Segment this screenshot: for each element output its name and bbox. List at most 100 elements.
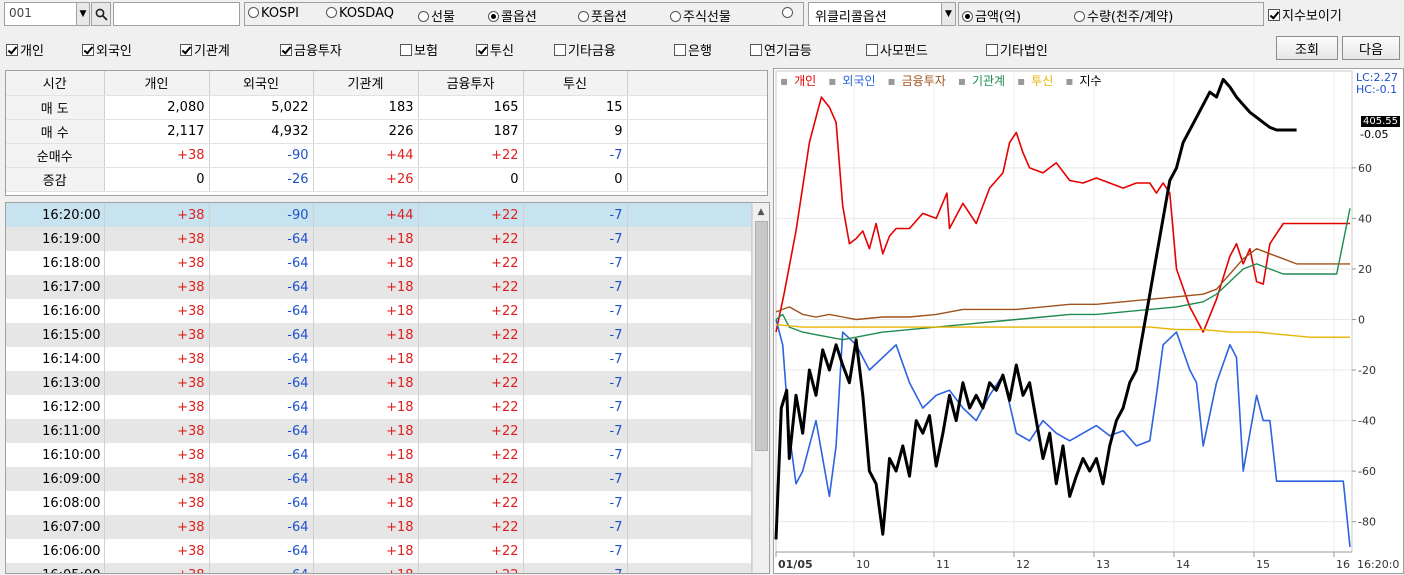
radio-label: KOSDAQ bbox=[339, 6, 394, 21]
summary-cell: +22 bbox=[418, 143, 524, 168]
table-row[interactable]: 16:08:00 +38 -64 +18 +22 -7 bbox=[6, 491, 752, 515]
code-dropdown-button[interactable]: ▼ bbox=[76, 2, 90, 26]
market-radio-call-option[interactable]: 콜옵션 bbox=[488, 6, 537, 25]
value-cell: -64 bbox=[209, 563, 314, 573]
value-cell: +18 bbox=[313, 395, 419, 419]
summary-header-row: 시간 개인 외국인 기관계 금융투자 투신 bbox=[6, 71, 767, 96]
table-row[interactable]: 16:17:00 +38 -64 +18 +22 -7 bbox=[6, 275, 752, 299]
market-radio-put-option[interactable]: 풋옵션 bbox=[578, 6, 627, 25]
unit-radio-amount[interactable]: 금액(억) bbox=[962, 6, 1021, 25]
table-row[interactable]: 16:06:00 +38 -64 +18 +22 -7 bbox=[6, 539, 752, 563]
table-row[interactable]: 16:18:00 +38 -64 +18 +22 -7 bbox=[6, 251, 752, 275]
market-radio-kosdaq[interactable]: KOSDAQ bbox=[326, 6, 394, 21]
table-row[interactable]: 16:20:00 +38 -90 +44 +22 -7 bbox=[6, 203, 752, 227]
row-label: 순매수 bbox=[6, 143, 105, 168]
filter-checkbox-foreigner[interactable]: 외국인 bbox=[82, 40, 132, 59]
filter-checkbox-financial-investment[interactable]: 금융투자 bbox=[280, 40, 342, 59]
next-button[interactable]: 다음 bbox=[1342, 36, 1400, 60]
list-scrollbar[interactable]: ▲ bbox=[752, 203, 769, 573]
filter-checkbox-other-finance[interactable]: 기타금융 bbox=[554, 40, 616, 59]
filter-checkbox-other-corp[interactable]: 기타법인 bbox=[986, 40, 1048, 59]
summary-cell: +38 bbox=[104, 143, 210, 168]
value-cell: +18 bbox=[313, 251, 419, 275]
market-radio-futures[interactable]: 선물 bbox=[418, 6, 455, 25]
checkbox-icon bbox=[400, 44, 412, 56]
radio-icon bbox=[326, 7, 337, 18]
filter-checkbox-individual[interactable]: 개인 bbox=[6, 40, 44, 59]
time-cell: 16:20:00 bbox=[6, 203, 105, 227]
filter-checkbox-bank[interactable]: 은행 bbox=[674, 40, 712, 59]
radio-label: 콜옵션 bbox=[501, 10, 537, 25]
row-label: 매 도 bbox=[6, 95, 105, 120]
time-series-list[interactable]: 16:20:00 +38 -90 +44 +22 -7 16:19:00 +38 -64 +18 +… bbox=[5, 202, 770, 574]
column-header: 시간 bbox=[6, 71, 105, 96]
empty-cell bbox=[627, 563, 752, 573]
table-row[interactable]: 16:09:00 +38 -64 +18 +22 -7 bbox=[6, 467, 752, 491]
product-select[interactable]: 위클리콜옵션 bbox=[808, 2, 942, 26]
scroll-thumb[interactable] bbox=[755, 221, 768, 451]
market-radio-extra[interactable] bbox=[782, 6, 795, 21]
value-cell: +38 bbox=[104, 299, 210, 323]
checkbox-label: 개인 bbox=[20, 44, 44, 59]
search-icon bbox=[95, 8, 108, 21]
table-row[interactable]: 16:14:00 +38 -64 +18 +22 -7 bbox=[6, 347, 752, 371]
search-button[interactable] bbox=[91, 2, 111, 26]
summary-cell: 4,932 bbox=[209, 119, 314, 144]
time-label: 16:20:0 bbox=[1357, 558, 1399, 571]
time-cell: 16:16:00 bbox=[6, 299, 105, 323]
x-tick-label: 12 bbox=[1016, 558, 1030, 571]
scroll-up-button[interactable]: ▲ bbox=[753, 203, 769, 220]
market-radio-stock-futures[interactable]: 주식선물 bbox=[670, 6, 731, 25]
table-row[interactable]: 16:15:00 +38 -64 +18 +22 -7 bbox=[6, 323, 752, 347]
value-cell: +18 bbox=[313, 347, 419, 371]
checkbox-label: 투신 bbox=[490, 44, 514, 59]
summary-cell: -90 bbox=[209, 143, 314, 168]
show-index-checkbox[interactable]: 지수보이기 bbox=[1268, 5, 1342, 24]
filter-checkbox-insurance[interactable]: 보험 bbox=[400, 40, 438, 59]
unit-radio-quantity[interactable]: 수량(천주/계약) bbox=[1074, 6, 1173, 25]
series-line-1 bbox=[775, 319, 1351, 547]
checkbox-label: 금융투자 bbox=[294, 44, 342, 59]
table-row[interactable]: 16:19:00 +38 -64 +18 +22 -7 bbox=[6, 227, 752, 251]
value-cell: +38 bbox=[104, 467, 210, 491]
value-cell: +38 bbox=[104, 371, 210, 395]
market-radio-kospi[interactable]: KOSPI bbox=[248, 6, 299, 21]
table-row[interactable]: 16:07:00 +38 -64 +18 +22 -7 bbox=[6, 515, 752, 539]
table-row[interactable]: 16:13:00 +38 -64 +18 +22 -7 bbox=[6, 371, 752, 395]
empty-cell bbox=[627, 443, 752, 467]
summary-row: 매 수 2,117 4,932 226 187 9 bbox=[6, 119, 767, 144]
value-cell: +38 bbox=[104, 323, 210, 347]
value-cell: -7 bbox=[523, 227, 628, 251]
filter-checkbox-private-fund[interactable]: 사모펀드 bbox=[866, 40, 928, 59]
query-button[interactable]: 조회 bbox=[1276, 36, 1338, 60]
time-cell: 16:05:00 bbox=[6, 563, 105, 573]
table-row[interactable]: 16:12:00 +38 -64 +18 +22 -7 bbox=[6, 395, 752, 419]
value-cell: +18 bbox=[313, 299, 419, 323]
series-line-0 bbox=[775, 96, 1350, 333]
summary-cell: 165 bbox=[418, 95, 524, 120]
checkbox-icon bbox=[180, 44, 192, 56]
summary-cell: +44 bbox=[313, 143, 419, 168]
checkbox-icon bbox=[986, 44, 998, 56]
summary-row: 매 도 2,080 5,022 183 165 15 bbox=[6, 95, 767, 120]
empty-cell bbox=[627, 143, 767, 168]
time-cell: 16:15:00 bbox=[6, 323, 105, 347]
empty-cell bbox=[627, 515, 752, 539]
table-row[interactable]: 16:05:00+38-64+18+22-7 bbox=[6, 563, 752, 573]
filter-checkbox-institution[interactable]: 기관계 bbox=[180, 40, 230, 59]
value-cell: -7 bbox=[523, 539, 628, 563]
value-cell: -64 bbox=[209, 443, 314, 467]
table-row[interactable]: 16:10:00 +38 -64 +18 +22 -7 bbox=[6, 443, 752, 467]
filter-checkbox-trust[interactable]: 투신 bbox=[476, 40, 514, 59]
product-dropdown-button[interactable]: ▼ bbox=[941, 2, 956, 26]
table-row[interactable]: 16:11:00 +38 -64 +18 +22 -7 bbox=[6, 419, 752, 443]
table-row[interactable]: 16:16:00 +38 -64 +18 +22 -7 bbox=[6, 299, 752, 323]
time-cell: 16:09:00 bbox=[6, 467, 105, 491]
empty-cell bbox=[627, 467, 752, 491]
checkbox-icon bbox=[82, 44, 94, 56]
search-input[interactable] bbox=[113, 2, 240, 26]
filter-checkbox-pension[interactable]: 연기금등 bbox=[750, 40, 812, 59]
checkbox-icon bbox=[6, 44, 18, 56]
empty-cell bbox=[627, 299, 752, 323]
code-input[interactable]: 001 bbox=[4, 2, 78, 26]
